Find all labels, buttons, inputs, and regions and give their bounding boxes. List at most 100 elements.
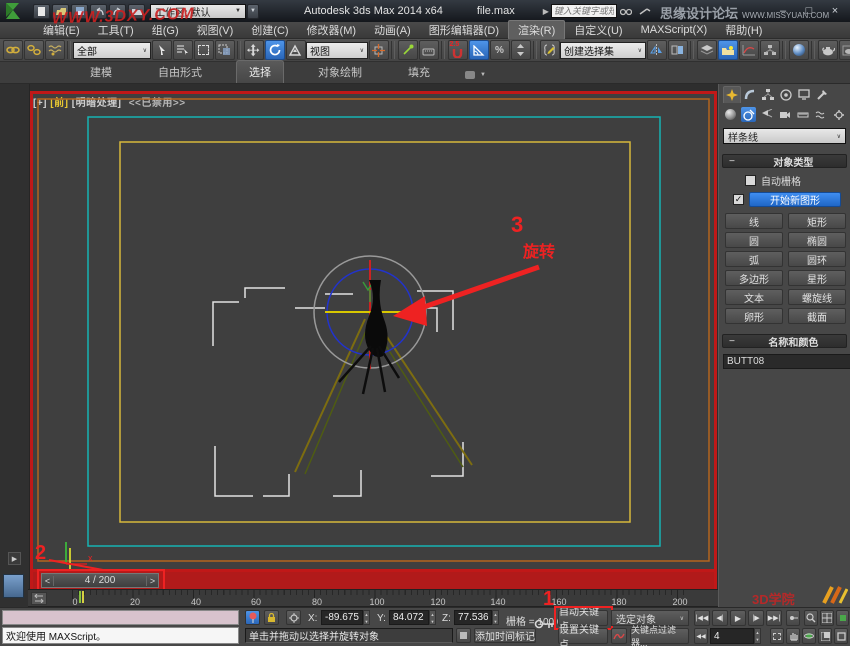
y-spinner[interactable]: ▲ ▼ (429, 610, 436, 625)
shape-line-button[interactable]: 线 (725, 213, 783, 229)
previous-frame-button[interactable]: < (42, 575, 54, 586)
unlink-selection-icon[interactable] (23, 40, 44, 60)
shape-category-dropdown[interactable]: 样条线 ∨ (723, 128, 846, 144)
menu-modifiers[interactable]: 修改器(M) (298, 21, 366, 39)
ribbon-tab-freeform[interactable]: 自由形式 (146, 61, 214, 83)
menu-edit[interactable]: 编辑(E) (34, 21, 89, 39)
shapes-icon[interactable] (741, 107, 756, 122)
previous-frame-button[interactable]: ◀| (712, 610, 728, 626)
tab-hierarchy-icon[interactable] (759, 86, 777, 103)
maximize-icon[interactable]: □ (796, 4, 822, 18)
workspace-dropdown[interactable]: 工作区: 默认 ▼ (150, 3, 246, 19)
percent-snap-toggle-icon[interactable]: % (489, 40, 510, 60)
maximize-viewport-alt-icon[interactable] (834, 628, 848, 644)
window-crossing-icon[interactable] (214, 40, 235, 60)
zoom-icon[interactable] (804, 610, 818, 626)
z-spinner[interactable]: ▲ ▼ (492, 610, 499, 625)
undo-icon[interactable] (90, 3, 107, 19)
shape-helix-button[interactable]: 螺旋线 (788, 289, 846, 305)
geometry-icon[interactable] (723, 107, 738, 122)
menu-help[interactable]: 帮助(H) (716, 21, 771, 39)
ribbon-minimize-control[interactable]: ▼ (464, 70, 486, 80)
object-name-field[interactable] (723, 354, 850, 369)
isolate-selection-icon[interactable] (245, 610, 260, 625)
go-to-end-button[interactable]: ▶▶| (766, 610, 782, 626)
shape-section-button[interactable]: 截面 (788, 308, 846, 324)
mirror-icon[interactable] (646, 40, 667, 60)
search-binoculars-icon[interactable] (618, 4, 635, 19)
x-spinner[interactable]: ▲ ▼ (363, 610, 370, 625)
select-object-icon[interactable] (151, 40, 172, 60)
menu-tools[interactable]: 工具(T) (89, 21, 143, 39)
go-to-start-button[interactable]: |◀◀ (694, 610, 710, 626)
search-input[interactable] (550, 4, 617, 18)
zoom-region-icon[interactable] (770, 628, 784, 644)
key-mode-frames-icon[interactable]: ◀◀ (694, 628, 708, 644)
current-frame-field[interactable] (710, 628, 754, 644)
key-filters-button[interactable]: 关键点过滤器... (630, 625, 689, 646)
viewport-tab-flyout-icon[interactable]: ▶ (8, 552, 21, 565)
helpers-icon[interactable] (795, 107, 810, 122)
x-coordinate-field[interactable] (321, 610, 363, 625)
menu-views[interactable]: 视图(V) (188, 21, 243, 39)
workspace-menu-icon[interactable]: ▼ (247, 3, 259, 19)
menu-rendering[interactable]: 渲染(R) (508, 20, 566, 40)
tab-create-icon[interactable] (723, 86, 741, 103)
shape-circle-button[interactable]: 圆 (725, 232, 783, 248)
rectangular-selection-region-icon[interactable] (193, 40, 214, 60)
maxscript-listener-pink[interactable] (2, 610, 239, 625)
material-editor-icon[interactable] (788, 40, 809, 60)
frame-marker-yellow[interactable] (82, 591, 84, 603)
selection-lock-icon[interactable] (264, 610, 279, 625)
key-mode-toggle-icon[interactable] (786, 610, 800, 626)
add-time-tag-button[interactable]: 添加时间标记 (474, 628, 536, 643)
ribbon-tab-selection[interactable]: 选择 (236, 60, 284, 83)
time-slider-track[interactable]: < 4 / 200 > (30, 569, 717, 591)
menu-create[interactable]: 创建(C) (242, 21, 297, 39)
curve-editor-icon[interactable] (738, 40, 759, 60)
viewport-layout-tab[interactable] (3, 574, 24, 598)
maxscript-listener-white[interactable]: 欢迎使用 MAXScript。 (2, 627, 239, 644)
viewport-front[interactable]: [+] [前] [明暗处理] <<已禁用>> x 2 3 旋转 (30, 91, 717, 572)
key-filter-curve-icon[interactable] (611, 628, 627, 644)
shape-ngon-button[interactable]: 多边形 (725, 270, 783, 286)
schematic-view-icon[interactable] (759, 40, 780, 60)
close-icon[interactable]: × (822, 4, 848, 18)
tab-display-icon[interactable] (795, 86, 813, 103)
set-keys-button[interactable]: 设置关键点 (558, 625, 608, 646)
shape-ellipse-button[interactable]: 椭圆 (788, 232, 846, 248)
ribbon-tab-object-paint[interactable]: 对象绘制 (306, 61, 374, 83)
systems-icon[interactable] (831, 107, 846, 122)
notification-icon[interactable] (456, 628, 471, 643)
render-setup-icon[interactable] (817, 40, 838, 60)
select-and-move-icon[interactable] (243, 40, 264, 60)
tab-modify-icon[interactable] (741, 86, 759, 103)
select-and-link-icon[interactable] (2, 40, 23, 60)
open-file-icon[interactable] (52, 3, 69, 19)
select-and-manipulate-icon[interactable] (397, 40, 418, 60)
ribbon-tab-populate[interactable]: 填充 (396, 61, 442, 83)
cameras-icon[interactable] (777, 107, 792, 122)
object-type-rollout-header[interactable]: − 对象类型 (722, 154, 847, 169)
lights-icon[interactable] (759, 107, 774, 122)
ribbon-tab-modeling[interactable]: 建模 (78, 61, 124, 83)
start-new-shape-checkbox[interactable]: ✓ (733, 194, 744, 205)
menu-group[interactable]: 组(G) (143, 21, 188, 39)
shape-text-button[interactable]: 文本 (725, 289, 783, 305)
use-pivot-point-center-icon[interactable] (368, 40, 389, 60)
set-key-icon[interactable] (534, 616, 556, 632)
select-by-name-icon[interactable] (172, 40, 193, 60)
tab-utilities-icon[interactable] (813, 86, 831, 103)
menu-graph-editors[interactable]: 图形编辑器(D) (420, 21, 508, 39)
shape-donut-button[interactable]: 圆环 (788, 251, 846, 267)
named-selection-sets-dropdown[interactable]: 创建选择集 ∨ (560, 41, 646, 59)
start-new-shape-button[interactable]: 开始新图形 (749, 192, 841, 207)
time-slider-handle[interactable]: < 4 / 200 > (41, 573, 159, 588)
select-and-rotate-icon[interactable] (264, 40, 285, 60)
play-button[interactable]: ▶ (730, 610, 746, 626)
shape-egg-button[interactable]: 卵形 (725, 308, 783, 324)
angle-snap-toggle-icon[interactable] (468, 40, 489, 60)
project-folder-icon[interactable] (128, 3, 145, 19)
y-coordinate-field[interactable] (389, 610, 429, 625)
rendered-frame-window-icon[interactable] (838, 40, 850, 60)
